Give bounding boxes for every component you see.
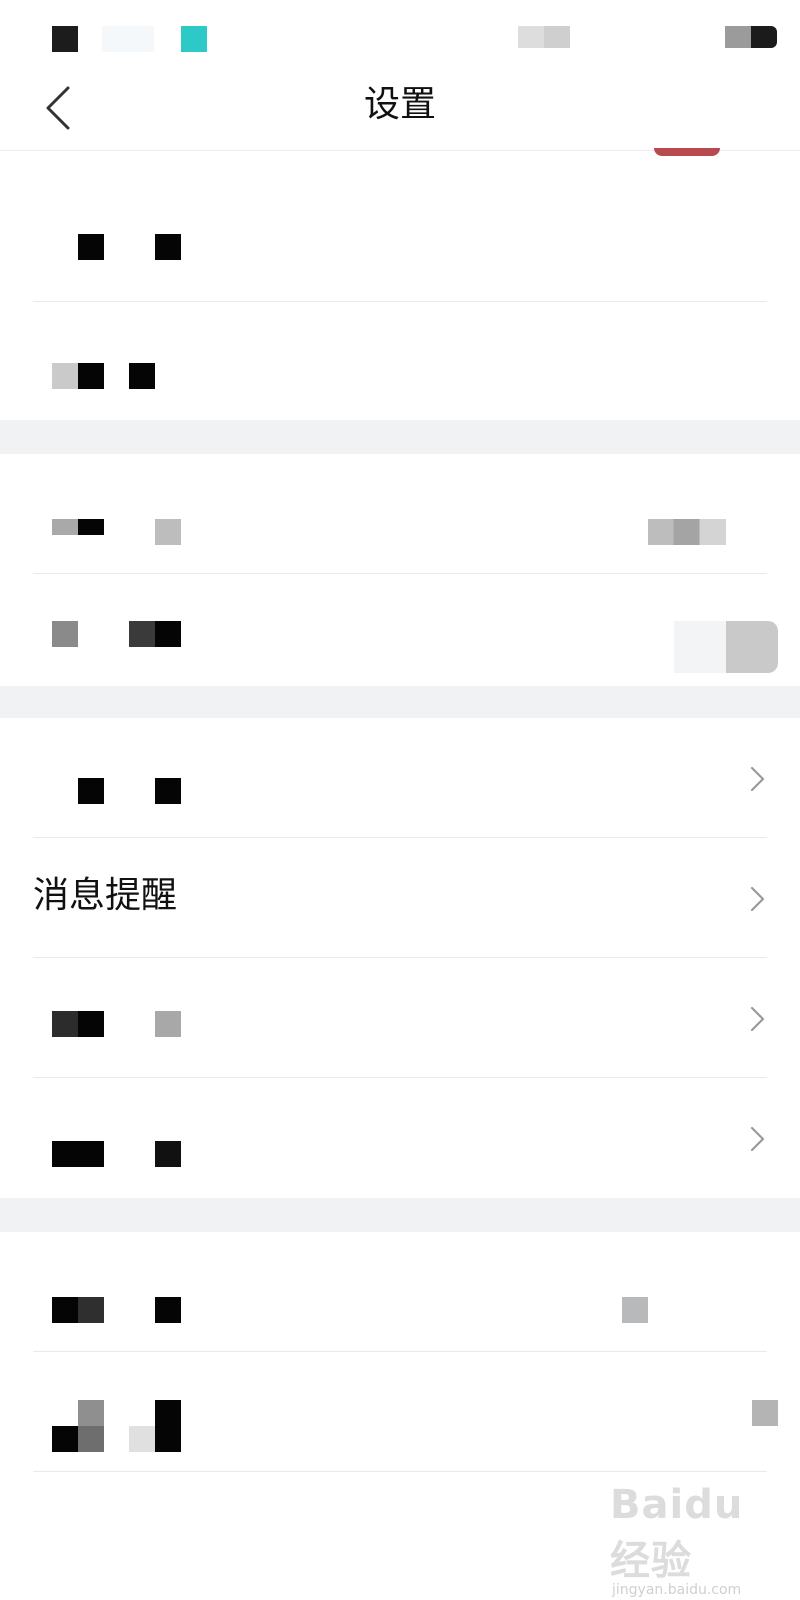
- blurred-text: [78, 1011, 104, 1037]
- chevron-right-icon: [746, 1004, 768, 1034]
- blurred-icon: [752, 1400, 778, 1426]
- blurred-text: [129, 1426, 155, 1452]
- blurred-text: [78, 363, 104, 389]
- settings-row-9[interactable]: [0, 1232, 800, 1352]
- blurred-text: [155, 621, 181, 647]
- settings-row-1[interactable]: [0, 182, 800, 302]
- blurred-value: [648, 519, 726, 545]
- status-icon-blur: [102, 26, 154, 52]
- row-label: 消息提醒: [33, 875, 178, 916]
- blurred-toggle[interactable]: [674, 621, 778, 673]
- blurred-text: [155, 778, 181, 804]
- page-title: 设置: [363, 84, 436, 125]
- blurred-text: [78, 1297, 104, 1323]
- settings-row-message-reminder[interactable]: 消息提醒: [0, 838, 800, 958]
- settings-row-4[interactable]: [0, 574, 800, 686]
- blurred-text: [78, 234, 104, 260]
- settings-row-7[interactable]: [0, 958, 800, 1078]
- chevron-right-icon: [746, 884, 768, 914]
- status-icon-left: [52, 26, 78, 52]
- divider: [33, 1471, 767, 1472]
- section-gap: [0, 1198, 800, 1232]
- settings-row-10[interactable]: [0, 1352, 800, 1472]
- status-signal-icon: [518, 26, 570, 48]
- blurred-text: [129, 363, 155, 389]
- blurred-text: [52, 1426, 78, 1452]
- blurred-text: [78, 778, 104, 804]
- blurred-text: [52, 1297, 78, 1323]
- blurred-text: [155, 1141, 181, 1167]
- chevron-right-icon: [746, 1124, 768, 1154]
- blurred-text: [52, 363, 78, 389]
- blurred-text: [52, 1011, 78, 1037]
- settings-row-3[interactable]: [0, 454, 800, 574]
- status-bar: [0, 0, 800, 70]
- blurred-text: [155, 234, 181, 260]
- settings-row-2[interactable]: [0, 302, 800, 420]
- blurred-text: [52, 1141, 104, 1167]
- status-teal-icon: [181, 26, 207, 52]
- settings-row-5[interactable]: [0, 718, 800, 838]
- blurred-text: [155, 1011, 181, 1037]
- status-battery-icon: [725, 26, 777, 48]
- watermark-logo: Baidu经验: [610, 1482, 744, 1584]
- blurred-text: [155, 1400, 181, 1452]
- notification-badge-fragment: [654, 148, 720, 156]
- section-gap: [0, 686, 800, 718]
- blurred-value: [622, 1297, 648, 1323]
- section-gap: [0, 420, 800, 454]
- settings-row-8[interactable]: [0, 1078, 800, 1198]
- blurred-text: [155, 519, 181, 545]
- chevron-left-icon: [46, 86, 70, 130]
- blurred-text: [78, 1426, 104, 1452]
- blurred-text: [52, 621, 78, 647]
- back-button[interactable]: [30, 76, 90, 136]
- baidu-jingyan-watermark: Baidu经验 jingyan.baidu.com: [610, 1482, 770, 1598]
- blurred-text: [129, 621, 155, 647]
- chevron-right-icon: [746, 764, 768, 794]
- blurred-text: [155, 1297, 181, 1323]
- blurred-text: [52, 519, 78, 535]
- blurred-text: [78, 1400, 104, 1426]
- nav-bar: 设置: [0, 70, 800, 151]
- watermark-url: jingyan.baidu.com: [612, 1582, 742, 1598]
- blurred-text: [78, 519, 104, 535]
